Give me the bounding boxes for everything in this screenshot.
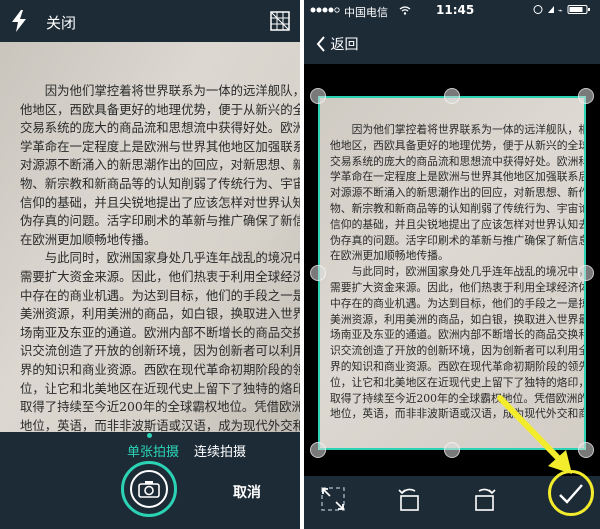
close-button[interactable]: 关闭 [46,12,76,33]
text-line: 取得了持续至今近200年的全球霸权地位。凭借欧洲的首要 [20,399,300,415]
text-line: 信仰的基础，并且尖锐地提出了应该怎样对世界认知去 [20,194,300,210]
camera-preview: 因为他们掌控着将世界联系为一体的远洋舰队，相比其他地区，西欧具备更好的地理优势，… [0,42,300,432]
shutter-button[interactable] [121,461,177,517]
mode-indicator-dot [147,433,152,438]
top-bar: 关闭 [0,0,300,42]
text-line: 与此同时，欧洲国家身处几乎连年战乱的境况中，迫切 [44,250,300,266]
text-line: 中存在的商业机遇。为达到目标，他们的手段之一是掠夺 [20,287,300,303]
text-line: 学革命在一定程度上是欧洲与世界其他地区加强联系后， [20,138,300,154]
text-line: 识交流创造了开放的创新环境，因为创新者可以利用全世 [20,343,300,359]
mode-single-shot[interactable]: 单张拍摄 [127,441,179,460]
mode-continuous-shot[interactable]: 连续拍摄 [194,441,246,460]
text-line: 场南亚及东亚的通道。欧洲内部不断增长的商品交换和知 [20,324,300,340]
text-line: 因为他们掌控着将世界联系为一体的远洋舰队，相比其 [44,83,300,98]
crop-screen: 中国电信 11:45 ⌁ 返回 因为他们掌控着将世界联系为一体的远洋舰队，相比其… [304,0,600,529]
text-line: 界的知识和商业资源。西欧在现代革命初期阶段的领先地 [20,361,300,377]
text-line: 美洲资源，利用美洲的商品，如白银，换取进入世界最大市 [20,306,300,322]
text-line: 地位，英语，而非非波斯语或汉语，成为现代外交和商务 [20,417,300,432]
grid-icon[interactable] [270,11,290,31]
camera-icon [138,481,160,498]
text-line: 位，让它和北美地区在近现代史上留下了独特的烙印，并 [20,380,300,396]
camera-screen: 关闭 因为他们掌控着将世界联系为一体的远洋舰队，相比其他地区，西欧具备更好的地理… [0,0,300,529]
text-line: 物、新宗教和新商品等的认知削弱了传统行为、宇宙论和 [20,175,300,191]
text-line: 对源源不断涌入的新思潮作出的回应，对新思想、新作 [20,157,300,173]
flash-icon[interactable] [10,10,28,32]
shutter-inner-ring [130,470,168,508]
document-text: 因为他们掌控着将世界联系为一体的远洋舰队，相比其他地区，西欧具备更好的地理优势，… [20,82,300,432]
cancel-button[interactable]: 取消 [233,482,261,502]
text-line: 需要扩大资金来源。因此，他们热衷于利用全球经济体系 [20,268,300,284]
text-line: 他地区，西欧具备更好的地理优势，便于从新兴的全球 [20,101,300,117]
text-line: 在欧洲更加顺畅地传播。 [20,231,157,247]
text-line: 伪存真的问题。活字印刷术的革新与推广确保了新信息 [20,213,300,229]
text-line: 交易系统的庞大的商品流和思想流中获得好处。欧洲科 [20,120,300,136]
annotation-arrow [497,395,572,474]
